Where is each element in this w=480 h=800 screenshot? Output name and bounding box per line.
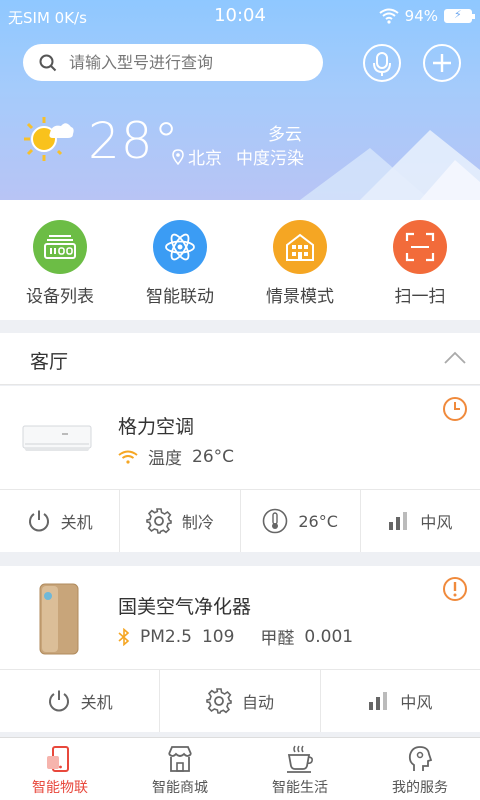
air-conditioner-image bbox=[22, 425, 92, 451]
power-icon bbox=[28, 510, 49, 532]
room-header[interactable]: 客厅 bbox=[0, 333, 480, 385]
store-icon bbox=[168, 746, 192, 772]
action-label: 关机 bbox=[80, 693, 113, 712]
formaldehyde-label: 甲醛 bbox=[260, 629, 295, 649]
wifi-icon bbox=[379, 8, 399, 24]
mode-button[interactable]: 自动 bbox=[160, 670, 321, 732]
pm25-value: 109 bbox=[201, 626, 235, 647]
device-card-ac[interactable]: 格力空调 温度 26°C 关机 制冷 26°C 中风 bbox=[0, 386, 480, 552]
gear-icon bbox=[146, 508, 172, 534]
nav-label: 智能生活 bbox=[272, 780, 328, 796]
device-name: 国美空气净化器 bbox=[118, 596, 252, 618]
search-input[interactable] bbox=[69, 53, 299, 72]
device-status: 温度 26°C bbox=[118, 444, 234, 469]
device-list-icon bbox=[33, 220, 87, 274]
quick-scene-mode[interactable]: 情景模式 bbox=[240, 200, 360, 320]
alert-icon[interactable] bbox=[442, 576, 468, 602]
search-icon bbox=[39, 54, 57, 71]
bottom-nav: 智能物联 智能商城 智能生活 我的服务 bbox=[0, 737, 480, 800]
quick-scan[interactable]: 扫一扫 bbox=[360, 200, 480, 320]
quick-label: 智能联动 bbox=[146, 287, 214, 307]
action-label: 26°C bbox=[298, 511, 338, 531]
quick-label: 扫一扫 bbox=[394, 287, 446, 307]
ac-action-bar: 关机 制冷 26°C 中风 bbox=[0, 490, 480, 552]
nav-label: 我的服务 bbox=[392, 780, 448, 796]
quick-menu: 设备列表 智能联动 情景模式 扫一扫 bbox=[0, 200, 480, 320]
nav-label: 智能物联 bbox=[32, 780, 88, 796]
temp-label: 温度 bbox=[148, 449, 182, 469]
nav-smart-iot[interactable]: 智能物联 bbox=[0, 738, 120, 800]
status-icons: 94% ⚡ bbox=[379, 7, 475, 25]
gear-icon bbox=[206, 688, 232, 714]
power-off-button[interactable]: 关机 bbox=[0, 490, 121, 552]
mode-button[interactable]: 制冷 bbox=[120, 490, 241, 552]
atom-icon bbox=[153, 220, 207, 274]
battery-percent: 94% bbox=[404, 7, 438, 25]
voice-button[interactable] bbox=[363, 44, 401, 82]
header: 无SIM 0K/s 10:04 94% ⚡ 请输入型号进行查询 28° 多云 北… bbox=[0, 0, 480, 200]
nav-smart-life[interactable]: 智能生活 bbox=[240, 738, 360, 800]
scan-icon bbox=[393, 220, 447, 274]
power-icon bbox=[48, 690, 69, 712]
profile-head-icon bbox=[408, 746, 433, 771]
nav-smart-mall[interactable]: 智能商城 bbox=[120, 738, 240, 800]
quick-label: 设备列表 bbox=[26, 287, 94, 307]
temp-value: 26°C bbox=[192, 446, 235, 467]
action-label: 关机 bbox=[60, 513, 93, 532]
search-bar[interactable] bbox=[23, 44, 323, 81]
signal-bars-icon bbox=[389, 512, 408, 530]
quick-smart-link[interactable]: 智能联动 bbox=[120, 200, 240, 320]
device-card-purifier[interactable]: 国美空气净化器 PM2.5 109 甲醛 0.001 关机 自动 中风 bbox=[0, 566, 480, 732]
power-off-button[interactable]: 关机 bbox=[0, 670, 161, 732]
battery-icon: ⚡ bbox=[444, 8, 475, 23]
coffee-cup-icon bbox=[287, 745, 313, 773]
pm25-label: PM2.5 bbox=[140, 626, 192, 647]
fan-speed-button[interactable]: 中风 bbox=[361, 490, 480, 552]
action-label: 中风 bbox=[420, 513, 453, 532]
device-status: PM2.5 109 甲醛 0.001 bbox=[118, 624, 353, 649]
quick-device-list[interactable]: 设备列表 bbox=[0, 200, 120, 320]
chevron-up-icon[interactable] bbox=[444, 351, 466, 365]
wifi-signal-icon bbox=[118, 450, 138, 464]
nav-label: 智能商城 bbox=[152, 780, 208, 796]
device-name: 格力空调 bbox=[118, 416, 195, 438]
timer-icon[interactable] bbox=[442, 396, 468, 422]
action-label: 自动 bbox=[241, 693, 274, 712]
bluetooth-icon bbox=[118, 627, 130, 646]
mountain-decoration bbox=[300, 130, 480, 200]
signal-bars-icon bbox=[369, 692, 388, 710]
quick-label: 情景模式 bbox=[266, 287, 334, 307]
building-icon bbox=[273, 220, 327, 274]
add-button[interactable] bbox=[423, 44, 461, 82]
purifier-action-bar: 关机 自动 中风 bbox=[0, 670, 480, 732]
formaldehyde-value: 0.001 bbox=[304, 626, 354, 647]
microphone-icon bbox=[373, 52, 391, 76]
room-title: 客厅 bbox=[30, 351, 69, 373]
air-purifier-image bbox=[39, 583, 79, 655]
status-bar: 无SIM 0K/s 10:04 94% ⚡ bbox=[0, 0, 480, 32]
action-label: 中风 bbox=[400, 693, 433, 712]
thermometer-icon bbox=[263, 508, 288, 534]
action-label: 制冷 bbox=[181, 513, 214, 532]
plus-icon bbox=[433, 54, 451, 72]
nav-my-service[interactable]: 我的服务 bbox=[360, 738, 480, 800]
temperature-button[interactable]: 26°C bbox=[241, 490, 361, 552]
phone-icon bbox=[47, 746, 69, 772]
fan-speed-button[interactable]: 中风 bbox=[321, 670, 480, 732]
